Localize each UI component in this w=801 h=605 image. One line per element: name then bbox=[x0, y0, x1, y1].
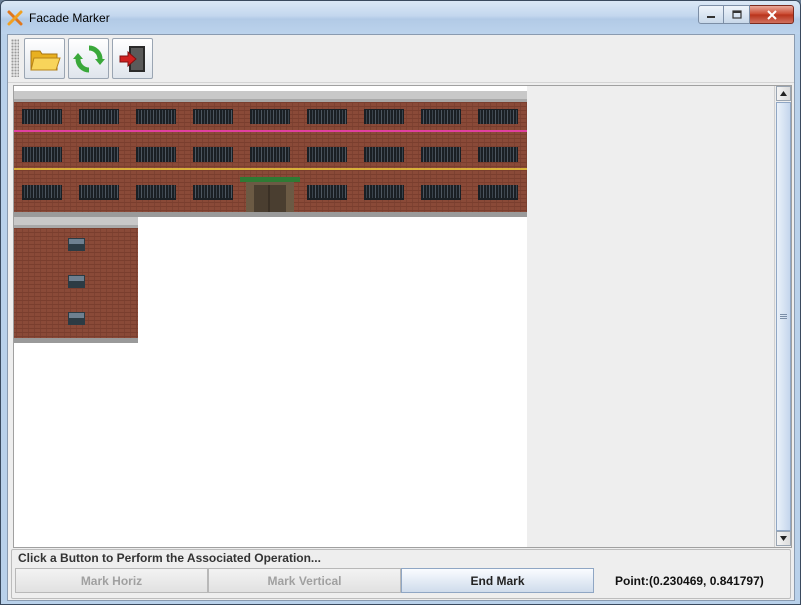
operation-panel: Click a Button to Perform the Associated… bbox=[11, 549, 791, 599]
image-view bbox=[13, 85, 792, 548]
refresh-button[interactable] bbox=[68, 38, 109, 79]
open-button[interactable] bbox=[24, 38, 65, 79]
exit-door-icon bbox=[119, 45, 145, 72]
window-title: Facade Marker bbox=[29, 11, 110, 25]
end-mark-button[interactable]: End Mark bbox=[401, 568, 594, 593]
client-area: Click a Button to Perform the Associated… bbox=[7, 34, 795, 601]
title-bar[interactable]: Facade Marker bbox=[1, 1, 800, 34]
vertical-scrollbar[interactable] bbox=[774, 86, 791, 547]
mark-horiz-button[interactable]: Mark Horiz bbox=[15, 568, 208, 593]
panel-caption: Click a Button to Perform the Associated… bbox=[16, 551, 323, 565]
window-controls bbox=[698, 5, 794, 24]
scroll-up-button[interactable] bbox=[776, 86, 791, 101]
folder-open-icon bbox=[29, 50, 61, 70]
maximize-button[interactable] bbox=[724, 5, 750, 24]
facade-image-small[interactable] bbox=[14, 217, 138, 343]
refresh-icon bbox=[72, 45, 105, 72]
exit-button[interactable] bbox=[112, 38, 153, 79]
arrow-up-icon bbox=[780, 91, 787, 96]
facade-marker-window: Facade Marker Click a Button to Perform … bbox=[0, 0, 801, 605]
minimize-icon bbox=[707, 15, 715, 18]
scroll-grip bbox=[780, 314, 787, 319]
point-readout: Point:(0.230469, 0.841797) bbox=[615, 574, 764, 588]
scroll-thumb[interactable] bbox=[776, 102, 791, 531]
scroll-down-button[interactable] bbox=[776, 531, 791, 546]
facade-image-large[interactable] bbox=[14, 91, 527, 217]
close-button[interactable] bbox=[750, 5, 794, 24]
arrow-down-icon bbox=[780, 536, 787, 541]
marking-canvas[interactable] bbox=[14, 86, 527, 547]
maximize-icon bbox=[731, 10, 742, 19]
close-icon bbox=[766, 9, 777, 20]
mark-vertical-button[interactable]: Mark Vertical bbox=[208, 568, 401, 593]
toolbar-grip[interactable] bbox=[11, 39, 19, 77]
minimize-button[interactable] bbox=[698, 5, 724, 24]
x-cross-icon bbox=[7, 10, 23, 26]
toolbar bbox=[8, 35, 794, 83]
